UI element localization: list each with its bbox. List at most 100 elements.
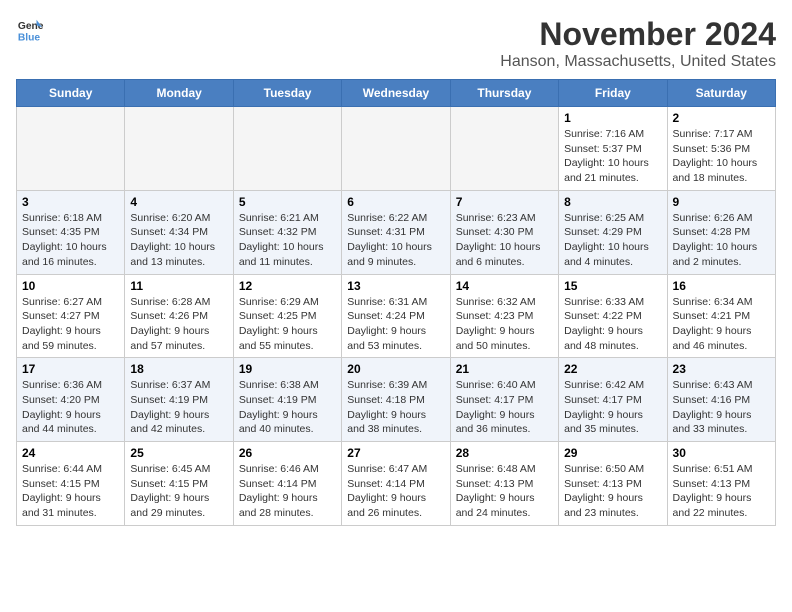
day-of-week-header: Wednesday [342, 80, 450, 107]
calendar-cell: 16 Sunrise: 6:34 AM Sunset: 4:21 PM Dayli… [667, 274, 775, 358]
day-number: 14 [456, 279, 553, 293]
calendar-week-row: 3Sunrise: 6:18 AM Sunset: 4:35 PM Daylig… [17, 190, 776, 274]
calendar-cell: 25 Sunrise: 6:45 AM Sunset: 4:15 PM Dayli… [125, 442, 233, 526]
calendar-cell: 5 Sunrise: 6:21 AM Sunset: 4:32 PM Daylig… [233, 190, 341, 274]
day-info: Sunrise: 6:27 AM Sunset: 4:27 PM Dayligh… [22, 295, 119, 354]
day-info: Sunrise: 6:26 AM Sunset: 4:28 PM Dayligh… [673, 211, 770, 270]
logo-icon: General Blue [16, 16, 44, 44]
page-title: November 2024 [500, 16, 776, 53]
day-number: 11 [130, 279, 227, 293]
calendar-cell: 9 Sunrise: 6:26 AM Sunset: 4:28 PM Daylig… [667, 190, 775, 274]
calendar-cell: 17 Sunrise: 6:36 AM Sunset: 4:20 PM Dayli… [17, 358, 125, 442]
page-subtitle: Hanson, Massachusetts, United States [500, 53, 776, 71]
calendar-cell: 28 Sunrise: 6:48 AM Sunset: 4:13 PM Dayli… [450, 442, 558, 526]
day-info: Sunrise: 6:25 AM Sunset: 4:29 PM Dayligh… [564, 211, 661, 270]
calendar-cell: 26Sunrise: 6:46 AM Sunset: 4:14 PM Dayli… [233, 442, 341, 526]
calendar-cell [233, 107, 341, 191]
calendar-cell: 27 Sunrise: 6:47 AM Sunset: 4:14 PM Dayli… [342, 442, 450, 526]
day-number: 29 [564, 446, 661, 460]
day-number: 24 [22, 446, 119, 460]
day-number: 9 [673, 195, 770, 209]
day-info: Sunrise: 6:34 AM Sunset: 4:21 PM Dayligh… [673, 295, 770, 354]
day-info: Sunrise: 6:20 AM Sunset: 4:34 PM Dayligh… [130, 211, 227, 270]
day-info: Sunrise: 7:16 AM Sunset: 5:37 PM Dayligh… [564, 127, 661, 186]
calendar-week-row: 1 Sunrise: 7:16 AM Sunset: 5:37 PM Daylig… [17, 107, 776, 191]
day-number: 25 [130, 446, 227, 460]
calendar-cell [17, 107, 125, 191]
calendar-week-row: 24 Sunrise: 6:44 AM Sunset: 4:15 PM Dayli… [17, 442, 776, 526]
calendar-cell: 11 Sunrise: 6:28 AM Sunset: 4:26 PM Dayli… [125, 274, 233, 358]
day-number: 7 [456, 195, 553, 209]
day-number: 21 [456, 362, 553, 376]
day-number: 28 [456, 446, 553, 460]
calendar-cell: 15 Sunrise: 6:33 AM Sunset: 4:22 PM Dayli… [559, 274, 667, 358]
calendar-cell [125, 107, 233, 191]
day-info: Sunrise: 6:47 AM Sunset: 4:14 PM Dayligh… [347, 462, 444, 521]
day-number: 22 [564, 362, 661, 376]
day-info: Sunrise: 6:51 AM Sunset: 4:13 PM Dayligh… [673, 462, 770, 521]
calendar-week-row: 17 Sunrise: 6:36 AM Sunset: 4:20 PM Dayli… [17, 358, 776, 442]
calendar-cell: 2 Sunrise: 7:17 AM Sunset: 5:36 PM Daylig… [667, 107, 775, 191]
day-number: 18 [130, 362, 227, 376]
calendar-cell: 19Sunrise: 6:38 AM Sunset: 4:19 PM Dayli… [233, 358, 341, 442]
day-info: Sunrise: 6:18 AM Sunset: 4:35 PM Dayligh… [22, 211, 119, 270]
calendar-table: SundayMondayTuesdayWednesdayThursdayFrid… [16, 79, 776, 526]
day-info: Sunrise: 6:44 AM Sunset: 4:15 PM Dayligh… [22, 462, 119, 521]
calendar-cell: 12 Sunrise: 6:29 AM Sunset: 4:25 PM Dayli… [233, 274, 341, 358]
calendar-week-row: 10 Sunrise: 6:27 AM Sunset: 4:27 PM Dayli… [17, 274, 776, 358]
calendar-cell: 18Sunrise: 6:37 AM Sunset: 4:19 PM Dayli… [125, 358, 233, 442]
calendar-cell: 20Sunrise: 6:39 AM Sunset: 4:18 PM Dayli… [342, 358, 450, 442]
day-info: Sunrise: 6:36 AM Sunset: 4:20 PM Dayligh… [22, 378, 119, 437]
title-block: November 2024 Hanson, Massachusetts, Uni… [500, 16, 776, 71]
day-info: Sunrise: 6:28 AM Sunset: 4:26 PM Dayligh… [130, 295, 227, 354]
svg-text:General: General [18, 21, 44, 32]
day-info: Sunrise: 6:31 AM Sunset: 4:24 PM Dayligh… [347, 295, 444, 354]
calendar-cell: 22Sunrise: 6:42 AM Sunset: 4:17 PM Dayli… [559, 358, 667, 442]
day-number: 10 [22, 279, 119, 293]
calendar-cell: 6 Sunrise: 6:22 AM Sunset: 4:31 PM Daylig… [342, 190, 450, 274]
day-info: Sunrise: 6:48 AM Sunset: 4:13 PM Dayligh… [456, 462, 553, 521]
logo: General Blue [16, 16, 44, 44]
day-number: 30 [673, 446, 770, 460]
calendar-cell: 4 Sunrise: 6:20 AM Sunset: 4:34 PM Daylig… [125, 190, 233, 274]
calendar-cell: 1 Sunrise: 7:16 AM Sunset: 5:37 PM Daylig… [559, 107, 667, 191]
calendar-cell: 21 Sunrise: 6:40 AM Sunset: 4:17 PM Dayli… [450, 358, 558, 442]
day-number: 27 [347, 446, 444, 460]
day-number: 6 [347, 195, 444, 209]
calendar-cell: 14 Sunrise: 6:32 AM Sunset: 4:23 PM Dayli… [450, 274, 558, 358]
day-number: 16 [673, 279, 770, 293]
day-of-week-header: Sunday [17, 80, 125, 107]
day-info: Sunrise: 6:29 AM Sunset: 4:25 PM Dayligh… [239, 295, 336, 354]
day-of-week-header: Friday [559, 80, 667, 107]
day-number: 20 [347, 362, 444, 376]
calendar-cell: 7 Sunrise: 6:23 AM Sunset: 4:30 PM Daylig… [450, 190, 558, 274]
day-info: Sunrise: 6:45 AM Sunset: 4:15 PM Dayligh… [130, 462, 227, 521]
day-of-week-header: Saturday [667, 80, 775, 107]
calendar-cell: 29Sunrise: 6:50 AM Sunset: 4:13 PM Dayli… [559, 442, 667, 526]
day-number: 19 [239, 362, 336, 376]
day-number: 26 [239, 446, 336, 460]
day-info: Sunrise: 6:21 AM Sunset: 4:32 PM Dayligh… [239, 211, 336, 270]
day-of-week-header: Tuesday [233, 80, 341, 107]
calendar-cell [450, 107, 558, 191]
day-info: Sunrise: 6:32 AM Sunset: 4:23 PM Dayligh… [456, 295, 553, 354]
day-number: 12 [239, 279, 336, 293]
svg-text:Blue: Blue [18, 32, 41, 43]
day-number: 8 [564, 195, 661, 209]
calendar-cell: 8 Sunrise: 6:25 AM Sunset: 4:29 PM Daylig… [559, 190, 667, 274]
day-info: Sunrise: 6:33 AM Sunset: 4:22 PM Dayligh… [564, 295, 661, 354]
day-number: 2 [673, 111, 770, 125]
day-number: 4 [130, 195, 227, 209]
day-number: 17 [22, 362, 119, 376]
day-number: 15 [564, 279, 661, 293]
day-info: Sunrise: 6:23 AM Sunset: 4:30 PM Dayligh… [456, 211, 553, 270]
day-info: Sunrise: 7:17 AM Sunset: 5:36 PM Dayligh… [673, 127, 770, 186]
day-info: Sunrise: 6:40 AM Sunset: 4:17 PM Dayligh… [456, 378, 553, 437]
day-number: 5 [239, 195, 336, 209]
day-info: Sunrise: 6:22 AM Sunset: 4:31 PM Dayligh… [347, 211, 444, 270]
day-number: 13 [347, 279, 444, 293]
page-header: General Blue November 2024 Hanson, Massa… [16, 16, 776, 71]
day-number: 1 [564, 111, 661, 125]
calendar-cell: 23Sunrise: 6:43 AM Sunset: 4:16 PM Dayli… [667, 358, 775, 442]
day-info: Sunrise: 6:43 AM Sunset: 4:16 PM Dayligh… [673, 378, 770, 437]
